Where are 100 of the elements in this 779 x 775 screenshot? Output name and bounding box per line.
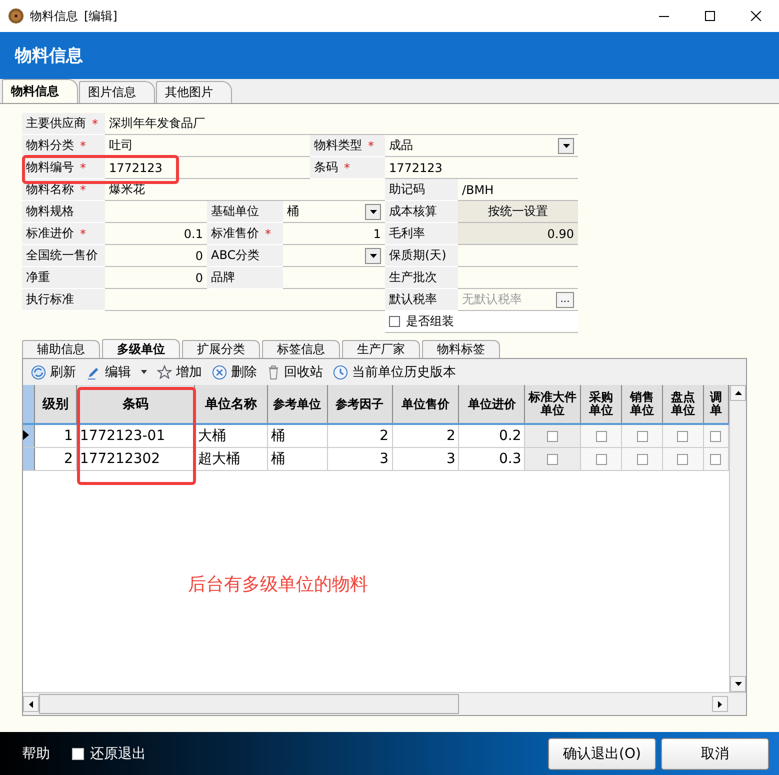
tab[interactable]: 其他图片 xyxy=(156,81,232,103)
field-label: 生产批次 xyxy=(389,269,437,286)
column-header[interactable]: 调单 xyxy=(703,385,728,424)
field-label: 净重 xyxy=(26,269,50,286)
toolbar-button[interactable]: 回收站 xyxy=(267,363,323,381)
delete-icon xyxy=(212,364,227,380)
checkbox[interactable] xyxy=(677,430,688,442)
toolbar-button[interactable]: 编辑 xyxy=(86,363,147,381)
tab[interactable]: 物料标签 xyxy=(422,340,500,358)
field-label: 主要供应商 xyxy=(26,115,86,132)
table-cell: 2 xyxy=(392,424,459,448)
tab[interactable]: 生产厂家 xyxy=(342,340,420,358)
checkbox[interactable] xyxy=(677,454,688,465)
maximize-icon xyxy=(705,11,715,21)
dropdown-button[interactable] xyxy=(558,138,574,154)
column-header[interactable]: 单位售价 xyxy=(392,385,459,424)
tab[interactable]: 图片信息 xyxy=(79,81,155,103)
required-mark: * xyxy=(80,226,86,240)
caret-icon xyxy=(141,370,147,374)
horizontal-scrollbar[interactable] xyxy=(23,692,746,715)
vertical-scrollbar[interactable] xyxy=(729,385,746,692)
checkbox[interactable] xyxy=(636,430,648,442)
toolbar-button[interactable]: 删除 xyxy=(212,363,257,381)
column-header[interactable]: 标准大件单位 xyxy=(524,385,581,424)
field-label: 助记码 xyxy=(389,181,425,198)
checkbox[interactable] xyxy=(710,454,722,465)
table-cell: 177212302 xyxy=(76,448,194,470)
browse-button[interactable]: ... xyxy=(556,292,574,308)
annotation-text: 后台有多级单位的物料 xyxy=(188,573,368,596)
column-header[interactable]: 参考因子 xyxy=(327,385,392,424)
column-header[interactable]: 销售单位 xyxy=(622,385,662,424)
toolbar-button[interactable]: 刷新 xyxy=(31,363,76,381)
checkbox[interactable] xyxy=(636,454,648,465)
tab[interactable]: 物料信息 xyxy=(2,79,78,103)
field-label: 标准进价 xyxy=(26,225,74,242)
footer-button[interactable]: 取消 xyxy=(661,738,769,770)
checkbox[interactable] xyxy=(547,454,558,465)
field-label: 物料类型 xyxy=(314,137,362,154)
field-label: 成本核算 xyxy=(389,203,437,220)
checkbox[interactable] xyxy=(710,430,722,442)
column-header[interactable]: 参考单位 xyxy=(267,385,328,424)
table-cell: 桶 xyxy=(267,448,328,470)
tab[interactable]: 标签信息 xyxy=(262,340,340,358)
field-value: 0.90 xyxy=(458,223,578,245)
column-header[interactable]: 采购单位 xyxy=(580,385,622,424)
required-mark: * xyxy=(265,226,271,240)
toolbar-button[interactable]: 当前单位历史版本 xyxy=(333,363,456,381)
field-label: 标准售价 xyxy=(211,225,259,242)
field-label: 物料名称 xyxy=(26,181,74,198)
trash-icon xyxy=(267,364,280,380)
field-value[interactable]: 1772123 xyxy=(105,157,310,179)
tab[interactable]: 多级单位 xyxy=(102,339,180,358)
window-title: 物料信息 xyxy=(30,8,78,24)
dropdown-button[interactable] xyxy=(365,248,381,264)
required-mark: * xyxy=(80,138,86,152)
table-cell: 2 xyxy=(327,424,392,448)
select-value[interactable]: 桶 xyxy=(287,203,299,220)
current-row-icon xyxy=(23,430,29,440)
column-header[interactable]: 盘点单位 xyxy=(662,385,704,424)
dropdown-button[interactable] xyxy=(365,204,381,220)
column-header[interactable]: 单位进价 xyxy=(458,385,525,424)
table-cell: 2 xyxy=(34,448,76,470)
table-cell: 超大桶 xyxy=(194,448,268,470)
down-arrow-icon xyxy=(734,682,742,686)
toolbar-button[interactable]: 增加 xyxy=(157,363,202,381)
table-cell: 3 xyxy=(392,448,459,470)
caret-icon xyxy=(562,144,570,148)
checkbox-label[interactable]: 是否组装 xyxy=(406,313,454,330)
column-header[interactable]: 级别 xyxy=(34,385,76,424)
star-icon xyxy=(157,364,172,380)
table-cell: 大桶 xyxy=(194,424,268,448)
field-label: 品牌 xyxy=(211,269,235,286)
required-mark: * xyxy=(92,116,98,130)
column-header[interactable]: 单位名称 xyxy=(194,385,268,424)
restore-checkbox[interactable]: 还原退出 xyxy=(72,744,146,762)
tab[interactable]: 扩展分类 xyxy=(182,340,260,358)
field-label: 保质期(天) xyxy=(389,247,446,264)
field-label: ABC分类 xyxy=(211,247,260,264)
field-label: 物料规格 xyxy=(26,203,74,220)
refresh-icon xyxy=(31,364,46,380)
required-mark: * xyxy=(80,182,86,196)
field-label: 条码 xyxy=(314,159,338,176)
left-arrow-icon xyxy=(29,700,33,708)
table-cell: 桶 xyxy=(267,424,328,448)
checkbox[interactable] xyxy=(596,454,607,465)
required-mark: * xyxy=(344,160,350,174)
select-value[interactable]: 成品 xyxy=(389,137,413,154)
checkbox[interactable] xyxy=(596,430,607,442)
field-label: 物料编号 xyxy=(26,159,74,176)
required-mark: * xyxy=(80,160,86,174)
right-arrow-icon xyxy=(718,700,722,708)
tab[interactable]: 辅助信息 xyxy=(22,340,100,358)
checkbox[interactable] xyxy=(547,430,558,442)
caret-icon xyxy=(370,210,376,214)
table-cell: 3 xyxy=(327,448,392,470)
help-link[interactable]: 帮助 xyxy=(22,744,50,762)
field-label: 毛利率 xyxy=(389,225,425,242)
required-mark: * xyxy=(368,138,374,152)
checkbox[interactable] xyxy=(389,316,400,327)
footer-button[interactable]: 确认退出(O) xyxy=(548,738,656,770)
